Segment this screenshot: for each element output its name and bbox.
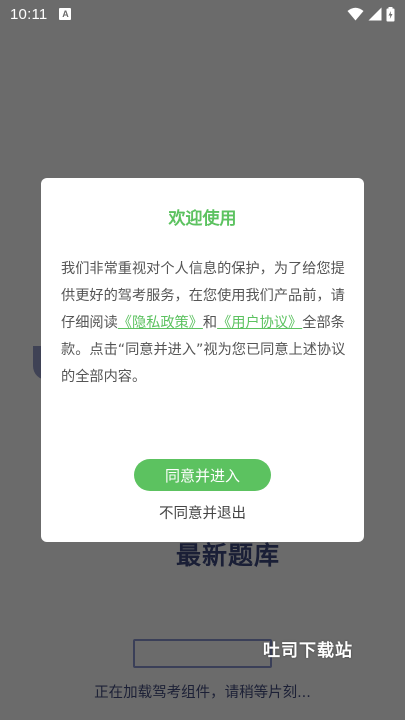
a-icon: A [59,8,72,20]
dialog-title: 欢迎使用 [168,209,237,229]
battery-charging-icon [386,6,395,21]
user-agreement-link[interactable]: 《用户协议》 [217,315,302,331]
signal-icon [368,7,382,21]
agree-button[interactable]: 同意并进入 [134,459,271,491]
dialog-body: 我们非常重视对个人信息的保护，为了给您提供更好的驾考服务，在您使用我们产品前，请… [61,256,347,391]
status-icons [347,6,395,22]
privacy-dialog: 欢迎使用 我们非常重视对个人信息的保护，为了给您提供更好的驾考服务，在您使用我们… [41,178,364,542]
privacy-policy-link[interactable]: 《隐私政策》 [118,315,203,331]
wifi-icon [347,7,364,21]
status-time: 10:11 [10,5,48,23]
watermark: 吐司下载站 [263,641,353,661]
loading-text: 正在加载驾考组件，请稍等片刻... [94,685,311,701]
status-bar: 10:11 A [0,0,405,28]
loading-progress-bar [133,639,272,668]
disagree-button[interactable]: 不同意并退出 [41,502,364,523]
and-text: 和 [202,315,218,331]
